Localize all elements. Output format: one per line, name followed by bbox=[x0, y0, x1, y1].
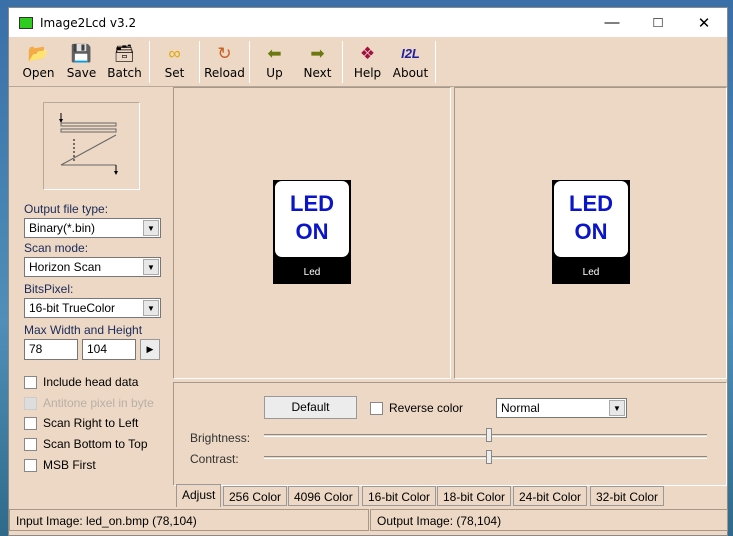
chevron-down-icon: ▼ bbox=[143, 259, 159, 275]
i2l-icon: I2L bbox=[401, 45, 420, 61]
window-title: Image2Lcd v3.2 bbox=[40, 15, 137, 30]
toolbar-separator bbox=[249, 40, 250, 83]
title-bar: Image2Lcd v3.2 — □ ✕ bbox=[9, 8, 727, 37]
up-button[interactable]: ⬅ Up bbox=[253, 40, 296, 84]
checkbox-label: Include head data bbox=[43, 375, 139, 389]
chevron-down-icon: ▼ bbox=[609, 400, 625, 416]
toolbar: 📂 Open 💾 Save 🗃 Batch ∞ Set ↻ Reload ⬅ Up ➡ Nex… bbox=[9, 37, 727, 87]
toolbar-separator bbox=[149, 40, 150, 83]
help-button[interactable]: ❖ Help bbox=[346, 40, 389, 84]
toolbar-separator bbox=[435, 40, 436, 83]
tab-256-color[interactable]: 256 Color bbox=[223, 486, 288, 506]
scan-mode-value: Horizon Scan bbox=[29, 260, 102, 274]
brightness-label: Brightness: bbox=[190, 431, 251, 445]
minimize-button[interactable]: — bbox=[589, 8, 635, 37]
brightness-slider[interactable] bbox=[264, 428, 707, 442]
include-head-data-checkbox[interactable]: Include head data bbox=[24, 375, 138, 389]
slider-thumb[interactable] bbox=[485, 428, 492, 442]
save-icon: 💾 bbox=[70, 43, 93, 63]
play-icon: ▶ bbox=[146, 344, 154, 354]
input-image: LED ON Led bbox=[273, 180, 351, 284]
toolbar-separator bbox=[342, 40, 343, 83]
arrow-left-icon: ⬅ bbox=[267, 43, 282, 63]
slider-thumb[interactable] bbox=[485, 450, 492, 464]
scan-right-to-left-checkbox[interactable]: Scan Right to Left bbox=[24, 416, 138, 430]
app-window: Image2Lcd v3.2 — □ ✕ 📂 Open 💾 Save 🗃 Batch … bbox=[8, 7, 728, 536]
tab-32-bit-color[interactable]: 32-bit Color bbox=[590, 486, 665, 506]
close-button[interactable]: ✕ bbox=[681, 8, 727, 37]
reload-icon: ↻ bbox=[217, 43, 232, 63]
bits-pixel-select[interactable]: 16-bit TrueColor ▼ bbox=[24, 298, 161, 318]
glasses-icon: ∞ bbox=[168, 43, 181, 63]
chevron-down-icon: ▼ bbox=[143, 300, 159, 316]
max-width-input[interactable]: 78 bbox=[24, 339, 78, 360]
color-mode-select[interactable]: Normal ▼ bbox=[496, 398, 627, 418]
led-caption: Led bbox=[582, 267, 600, 278]
status-output: Output Image: (78,104) bbox=[370, 509, 728, 531]
checkbox-box bbox=[24, 458, 37, 472]
toolbar-separator bbox=[199, 40, 200, 83]
scan-mode-label: Scan mode: bbox=[24, 241, 89, 255]
arrow-right-icon: ➡ bbox=[310, 43, 325, 63]
contrast-label: Contrast: bbox=[190, 452, 239, 466]
scan-mode-diagram bbox=[43, 102, 140, 190]
status-input: Input Image: led_on.bmp (78,104) bbox=[9, 509, 369, 531]
antitone-pixel-checkbox[interactable]: Antitone pixel in byte bbox=[24, 396, 154, 410]
batch-button[interactable]: 🗃 Batch bbox=[103, 40, 146, 84]
scan-direction-icon bbox=[59, 113, 118, 175]
msb-first-checkbox[interactable]: MSB First bbox=[24, 458, 96, 472]
color-mode-value: Normal bbox=[501, 401, 540, 415]
scan-bottom-to-top-checkbox[interactable]: Scan Bottom to Top bbox=[24, 437, 148, 451]
settings-panel: Output file type: Binary(*.bin) ▼ Scan mo… bbox=[12, 88, 170, 508]
bits-pixel-value: 16-bit TrueColor bbox=[29, 301, 116, 315]
apply-size-button[interactable]: ▶ bbox=[140, 339, 160, 360]
checkbox-label: Scan Right to Left bbox=[43, 416, 139, 430]
output-type-label: Output file type: bbox=[24, 202, 109, 216]
next-button[interactable]: ➡ Next bbox=[296, 40, 339, 84]
open-icon: 📂 bbox=[27, 43, 50, 63]
chevron-down-icon: ▼ bbox=[143, 220, 159, 236]
checkbox-label: Scan Bottom to Top bbox=[43, 437, 148, 451]
led-text: LED bbox=[569, 191, 613, 216]
checkbox-box bbox=[24, 396, 37, 410]
about-button[interactable]: I2L About bbox=[389, 40, 432, 84]
led-text: ON bbox=[295, 219, 329, 244]
checkbox-label: MSB First bbox=[43, 458, 96, 472]
max-height-input[interactable]: 104 bbox=[82, 339, 136, 360]
max-size-label: Max Width and Height bbox=[24, 323, 143, 337]
checkbox-box bbox=[24, 416, 37, 430]
tab-16-bit-color[interactable]: 16-bit Color bbox=[362, 486, 437, 506]
save-button[interactable]: 💾 Save bbox=[60, 40, 103, 84]
checkbox-label: Antitone pixel in byte bbox=[43, 396, 154, 410]
adjust-panel: Default Reverse color Normal ▼ Brightness… bbox=[173, 382, 727, 486]
tab-adjust[interactable]: Adjust bbox=[176, 484, 222, 507]
tab-4096-color[interactable]: 4096 Color bbox=[288, 486, 359, 506]
output-image: LED ON Led bbox=[552, 180, 630, 284]
scan-mode-select[interactable]: Horizon Scan ▼ bbox=[24, 257, 161, 277]
contrast-slider[interactable] bbox=[264, 450, 707, 464]
output-preview-panel: LED ON Led bbox=[454, 87, 727, 379]
default-button[interactable]: Default bbox=[264, 396, 357, 419]
reverse-color-checkbox[interactable]: Reverse color bbox=[370, 401, 463, 415]
maximize-button[interactable]: □ bbox=[635, 8, 681, 37]
led-text: LED bbox=[290, 191, 334, 216]
output-type-select[interactable]: Binary(*.bin) ▼ bbox=[24, 218, 161, 238]
bits-pixel-label: BitsPixel: bbox=[24, 282, 74, 296]
output-type-value: Binary(*.bin) bbox=[29, 221, 96, 235]
batch-icon: 🗃 bbox=[113, 43, 136, 63]
input-preview-panel: LED ON Led bbox=[173, 87, 451, 379]
open-button[interactable]: 📂 Open bbox=[17, 40, 60, 84]
led-text: ON bbox=[574, 219, 608, 244]
checkbox-box bbox=[370, 401, 383, 415]
tab-24-bit-color[interactable]: 24-bit Color bbox=[513, 486, 588, 506]
checkbox-box bbox=[24, 375, 37, 389]
reload-button[interactable]: ↻ Reload bbox=[203, 40, 246, 84]
set-button[interactable]: ∞ Set bbox=[153, 40, 196, 84]
app-icon bbox=[19, 16, 33, 29]
help-book-icon: ❖ bbox=[359, 43, 376, 63]
checkbox-box bbox=[24, 437, 37, 451]
led-caption: Led bbox=[303, 267, 321, 278]
checkbox-label: Reverse color bbox=[389, 401, 464, 415]
tab-18-bit-color[interactable]: 18-bit Color bbox=[437, 486, 512, 506]
